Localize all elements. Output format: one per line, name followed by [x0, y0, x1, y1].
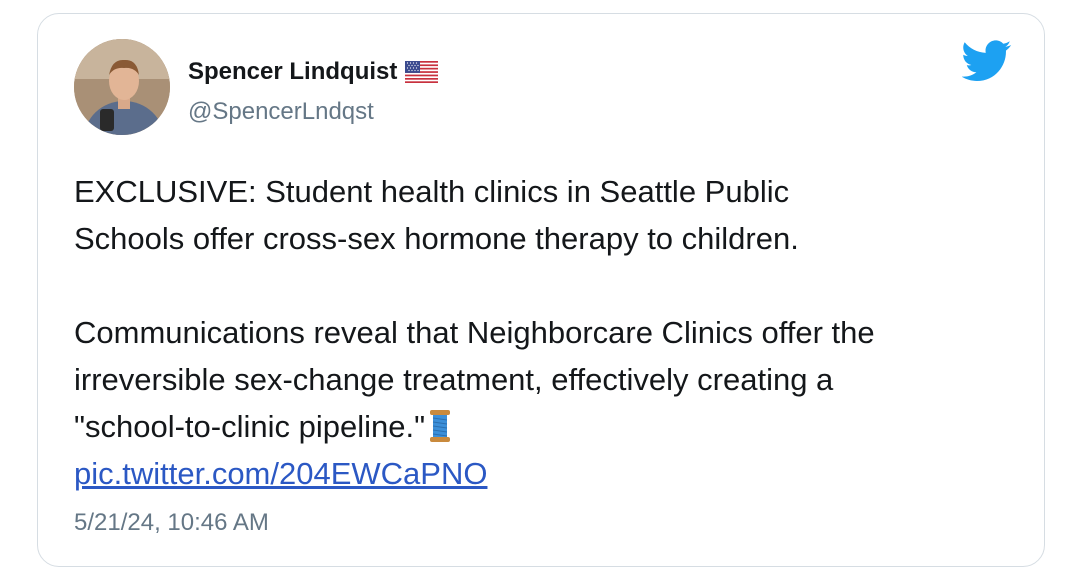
author-row: Spencer Lindquist	[188, 58, 439, 86]
twitter-bird-icon[interactable]	[961, 40, 1012, 82]
author-name[interactable]: Spencer Lindquist	[188, 58, 397, 86]
tweet-card: Spencer Lindquist @SpencerLndqst EXCLUSI…	[37, 13, 1045, 567]
author-handle[interactable]: @SpencerLndqst	[188, 98, 374, 126]
spool-of-thread-icon	[429, 409, 451, 443]
text-line-with-emoji: "school-to-clinic pipeline."	[74, 403, 1024, 450]
text-line: Communications reveal that Neighborcare …	[74, 315, 875, 350]
text-line: Schools offer cross-sex hormone therapy …	[74, 221, 799, 256]
tweet-text: EXCLUSIVE: Student health clinics in Sea…	[74, 168, 1024, 497]
text-line: irreversible sex-change treatment, effec…	[74, 362, 834, 397]
text-line: "school-to-clinic pipeline."	[74, 409, 426, 444]
avatar[interactable]	[74, 39, 170, 135]
avatar-photo	[74, 39, 170, 135]
us-flag-icon	[405, 61, 439, 83]
text-line: EXCLUSIVE: Student health clinics in Sea…	[74, 174, 790, 209]
tweet-timestamp[interactable]: 5/21/24, 10:46 AM	[74, 509, 269, 537]
media-link[interactable]: pic.twitter.com/204EWCaPNO	[74, 456, 487, 491]
